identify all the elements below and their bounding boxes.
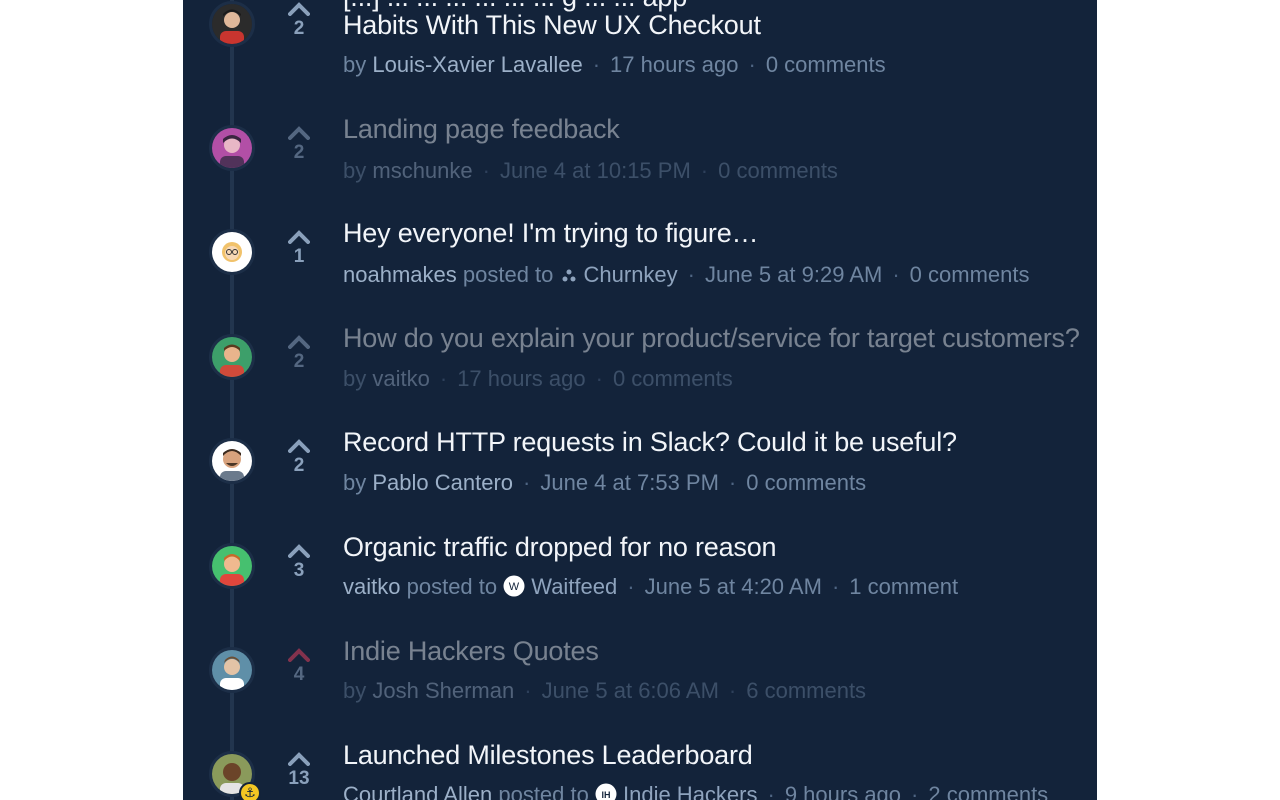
post-meta: noahmakes posted to Churnkey · June 5 at 9… — [343, 262, 1030, 291]
by-label: by — [343, 52, 367, 77]
upvote-control[interactable]: 13 — [285, 752, 313, 790]
avatar[interactable] — [209, 1, 255, 47]
upvote-arrow-icon[interactable] — [288, 2, 310, 16]
avatar[interactable] — [209, 334, 255, 380]
post-feed: 2 [...] ... ... ... ... ... ... g ... ..… — [183, 0, 1097, 800]
post-item[interactable]: 2 [...] ... ... ... ... ... ... g ... ..… — [183, 0, 1097, 77]
comments-link[interactable]: 6 comments — [746, 678, 866, 703]
svg-text:W: W — [509, 581, 520, 593]
upvote-control[interactable]: 2 — [285, 126, 313, 164]
avatar[interactable] — [209, 438, 255, 484]
comments-link[interactable]: 0 comments — [613, 366, 733, 391]
by-label: by — [343, 470, 367, 495]
upvote-control[interactable]: 1 — [285, 230, 313, 268]
svg-text:IH: IH — [601, 790, 610, 800]
post-meta: by mschunke · June 4 at 10:15 PM · 0 comment… — [343, 158, 838, 183]
upvote-control[interactable]: 2 — [285, 335, 313, 373]
upvote-arrow-icon[interactable] — [288, 439, 310, 453]
post-time[interactable]: June 4 at 10:15 PM — [500, 158, 691, 183]
posted-to-label: posted to — [498, 782, 589, 800]
avatar[interactable] — [209, 229, 255, 275]
vote-count: 2 — [293, 455, 305, 476]
post-meta: by vaitko · 17 hours ago · 0 comments — [343, 366, 733, 391]
author-link[interactable]: noahmakes — [343, 262, 457, 287]
vote-count: 4 — [293, 664, 305, 685]
post-title[interactable]: How do you explain your product/service … — [343, 323, 1080, 354]
by-label: by — [343, 678, 367, 703]
avatar[interactable] — [209, 647, 255, 693]
post-item[interactable]: 2 How do you explain your product/servic… — [183, 312, 1097, 416]
vote-count: 2 — [293, 142, 305, 163]
group-link[interactable]: Waitfeed — [531, 574, 617, 599]
post-meta: by Josh Sherman · June 5 at 6:06 AM · 6 comm… — [343, 678, 867, 703]
upvote-arrow-icon[interactable] — [288, 126, 310, 140]
author-link[interactable]: Louis-Xavier Lavallee — [372, 52, 582, 77]
post-time[interactable]: 9 hours ago — [785, 782, 901, 800]
author-link[interactable]: Pablo Cantero — [372, 470, 513, 495]
upvote-control[interactable]: 2 — [285, 2, 313, 40]
author-link[interactable]: Josh Sherman — [372, 678, 514, 703]
comments-link[interactable]: 0 comments — [910, 262, 1030, 287]
upvote-arrow-icon[interactable] — [288, 230, 310, 244]
avatar[interactable] — [209, 125, 255, 171]
vote-count: 3 — [293, 560, 305, 581]
post-title[interactable]: Indie Hackers Quotes — [343, 636, 599, 667]
post-title[interactable]: Habits With This New UX Checkout — [343, 10, 761, 41]
waitfeed-logo-icon: W — [503, 575, 525, 603]
post-title[interactable]: Organic traffic dropped for no reason — [343, 532, 777, 563]
post-item[interactable]: 3 Organic traffic dropped for no reason … — [183, 520, 1097, 624]
post-time[interactable]: June 5 at 9:29 AM — [705, 262, 882, 287]
upvote-arrow-icon[interactable] — [288, 544, 310, 558]
post-time[interactable]: 17 hours ago — [457, 366, 585, 391]
upvote-arrow-icon[interactable] — [288, 752, 310, 766]
post-meta: by Louis-Xavier Lavallee · 17 hours ago · 0 … — [343, 52, 886, 77]
post-item[interactable]: 2 Landing page feedback by mschunke · June… — [183, 104, 1097, 208]
post-meta: by Pablo Cantero · June 4 at 7:53 PM · 0 com… — [343, 470, 867, 495]
group-link[interactable]: Indie Hackers — [623, 782, 758, 800]
post-time[interactable]: June 5 at 4:20 AM — [645, 574, 822, 599]
vote-count: 2 — [293, 18, 305, 39]
comments-link[interactable]: 2 comments — [928, 782, 1048, 800]
post-title[interactable]: Record HTTP requests in Slack? Could it … — [343, 427, 957, 458]
churnkey-logo-icon — [560, 265, 578, 291]
upvote-arrow-icon[interactable] — [288, 335, 310, 349]
author-link[interactable]: vaitko — [372, 366, 429, 391]
upvote-control[interactable]: 3 — [285, 544, 313, 582]
anchor-badge-icon: ⚓ — [239, 782, 261, 800]
comments-link[interactable]: 0 comments — [766, 52, 886, 77]
post-item[interactable]: ⚓ 13 Launched Milestones Leaderboard Cou… — [183, 728, 1097, 800]
post-time[interactable]: 17 hours ago — [610, 52, 738, 77]
post-title[interactable]: Landing page feedback — [343, 114, 620, 145]
by-label: by — [343, 158, 367, 183]
post-meta: vaitko posted to W Waitfeed · June 5 at 4:2… — [343, 574, 958, 603]
posted-to-label: posted to — [462, 262, 554, 287]
upvote-control[interactable]: 4 — [285, 648, 313, 686]
comments-link[interactable]: 0 comments — [746, 470, 866, 495]
post-meta: Courtland Allen posted to IH Indie Hacker… — [343, 782, 1048, 800]
vote-count: 1 — [293, 246, 305, 267]
author-link[interactable]: Courtland Allen — [343, 782, 492, 800]
vote-count: 13 — [288, 768, 310, 789]
post-title[interactable]: Launched Milestones Leaderboard — [343, 740, 753, 771]
post-title[interactable]: Hey everyone! I'm trying to figure… — [343, 218, 759, 249]
post-time[interactable]: June 5 at 6:06 AM — [542, 678, 719, 703]
posted-to-label: posted to — [406, 574, 498, 599]
comments-link[interactable]: 1 comment — [849, 574, 958, 599]
author-link[interactable]: mschunke — [372, 158, 472, 183]
avatar[interactable] — [209, 543, 255, 589]
author-link[interactable]: vaitko — [343, 574, 400, 599]
vote-count: 2 — [293, 351, 305, 372]
indie-hackers-logo-icon: IH — [595, 783, 617, 800]
post-time[interactable]: June 4 at 7:53 PM — [540, 470, 719, 495]
upvote-control[interactable]: 2 — [285, 439, 313, 477]
post-item[interactable]: 1 Hey everyone! I'm trying to figure… no… — [183, 208, 1097, 312]
comments-link[interactable]: 0 comments — [718, 158, 838, 183]
by-label: by — [343, 366, 367, 391]
group-link[interactable]: Churnkey — [584, 262, 678, 287]
post-item[interactable]: 2 Record HTTP requests in Slack? Could i… — [183, 416, 1097, 520]
upvoted-arrow-icon[interactable] — [288, 648, 310, 662]
post-item[interactable]: 4 Indie Hackers Quotes by Josh Sherman · J… — [183, 624, 1097, 728]
